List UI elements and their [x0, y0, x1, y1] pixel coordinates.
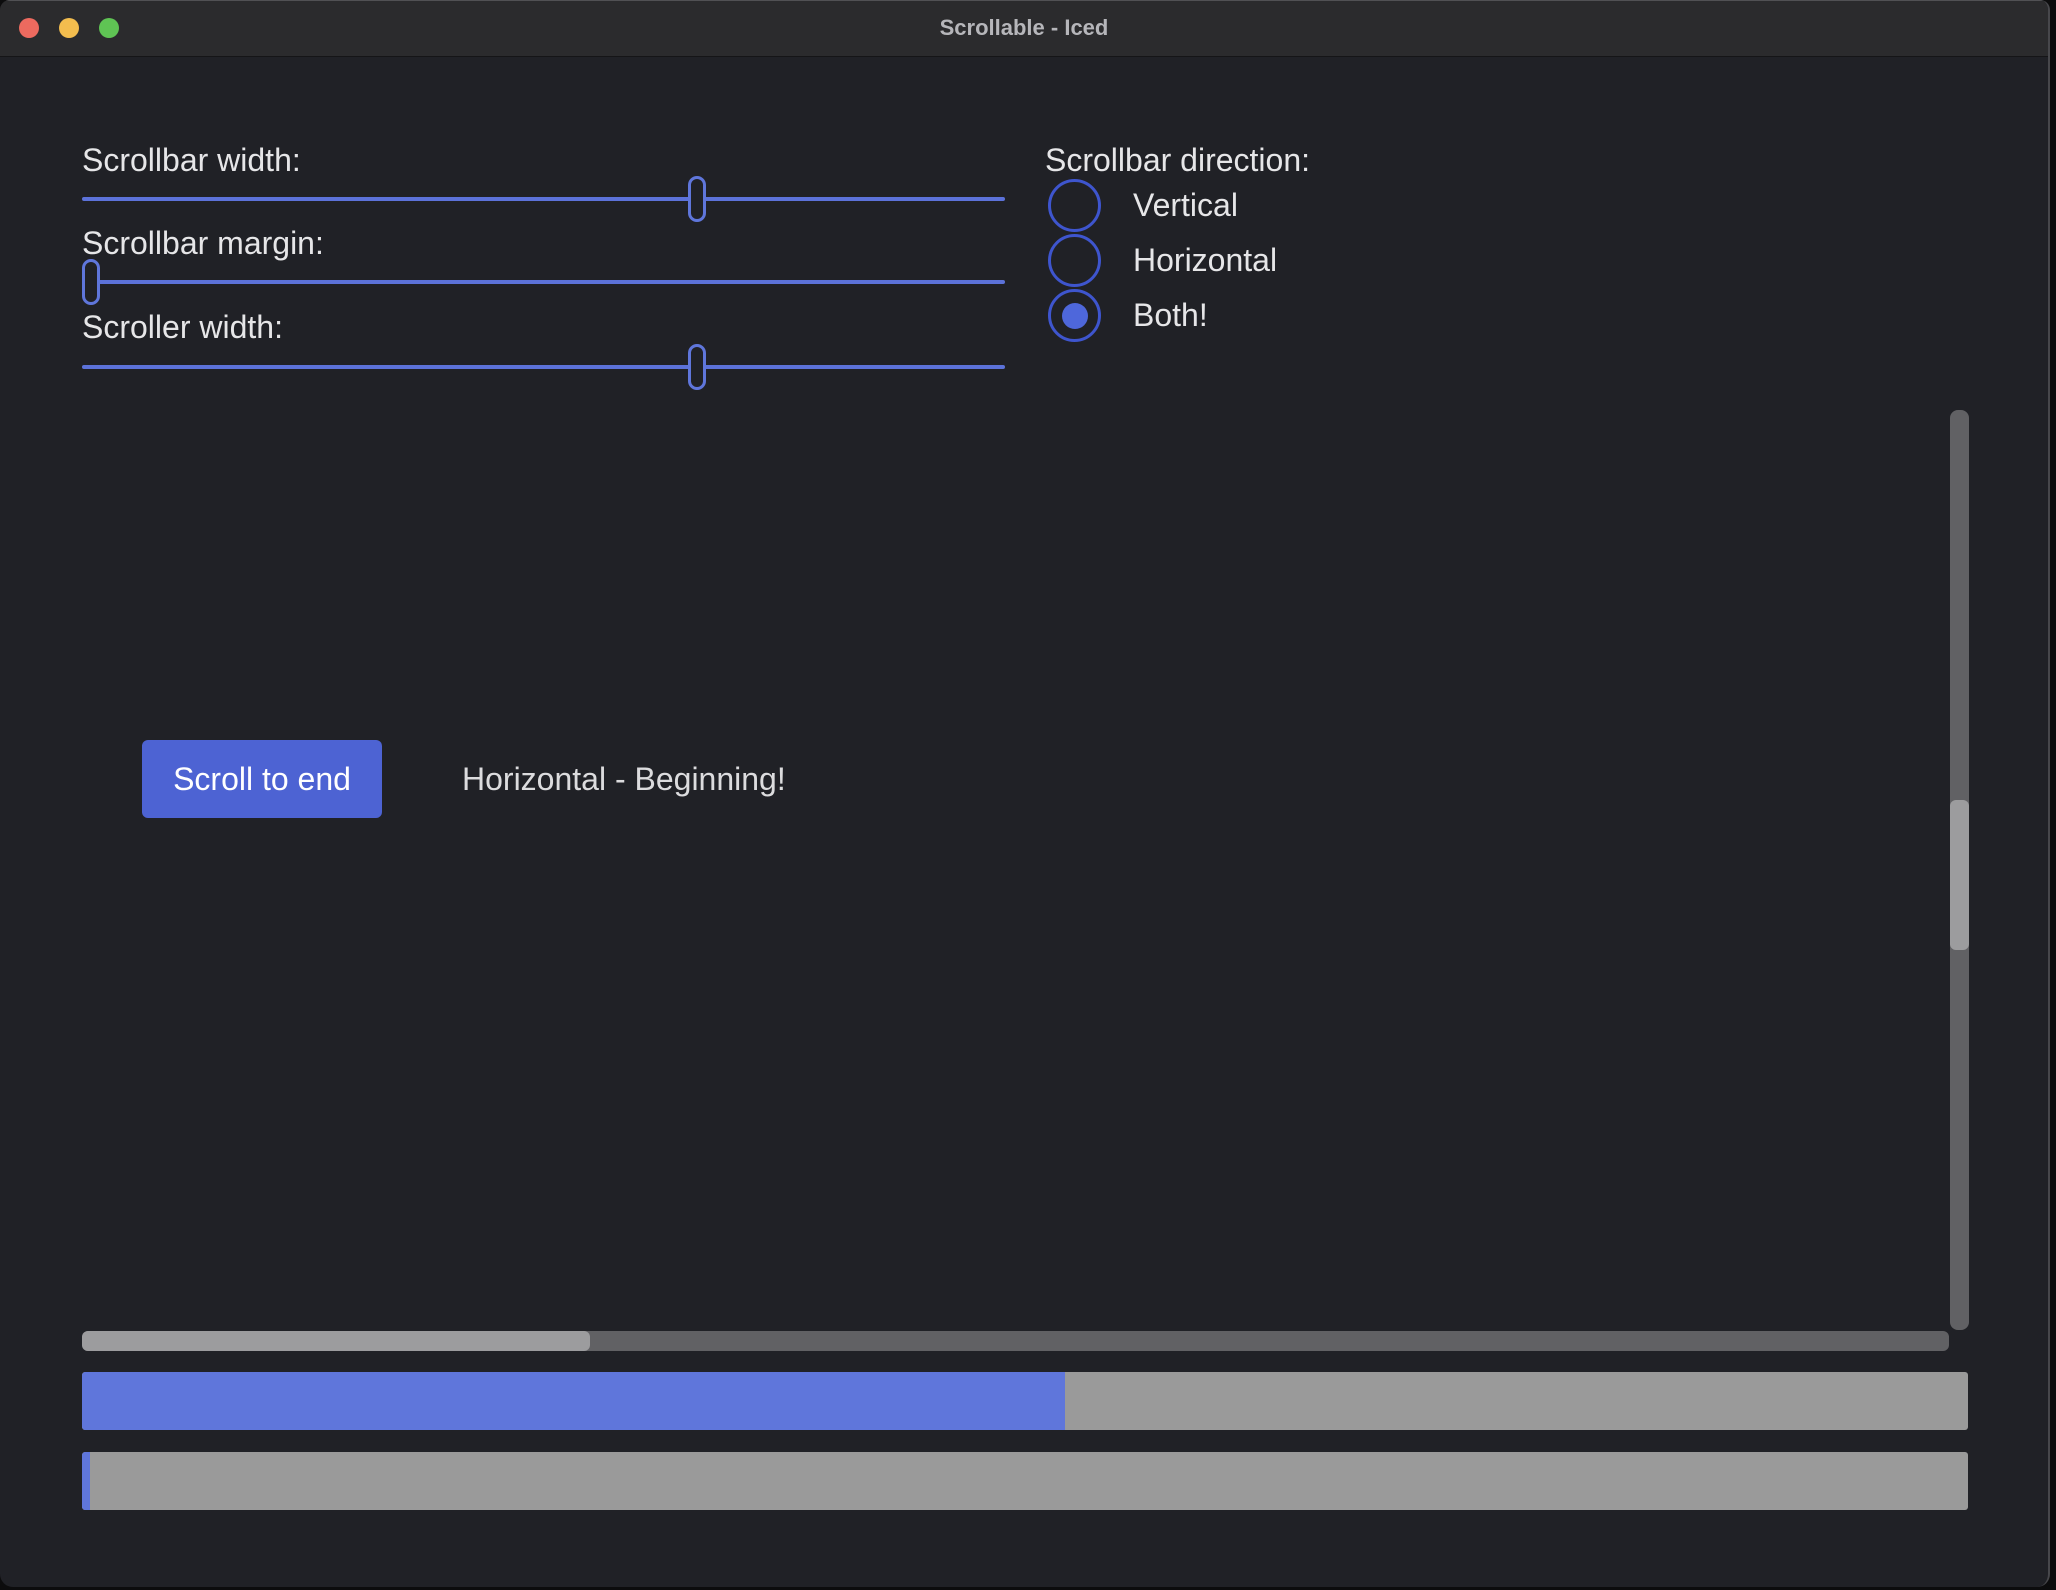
radio-label-vertical: Vertical	[1133, 187, 1238, 224]
scrollbar-direction-label: Scrollbar direction:	[1045, 142, 1310, 179]
progress-bar-1-fill	[82, 1372, 1065, 1430]
horizontal-scrollbar-thumb[interactable]	[82, 1331, 590, 1351]
titlebar: Scrollable - Iced	[0, 0, 2048, 57]
radio-circle-icon[interactable]	[1048, 289, 1101, 342]
radio-circle-icon[interactable]	[1048, 234, 1101, 287]
slider-track[interactable]	[82, 197, 1005, 201]
radio-option-vertical[interactable]: Vertical	[1048, 179, 1238, 232]
scrollbar-width-label: Scrollbar width:	[82, 142, 301, 179]
progress-bar-2	[82, 1452, 1968, 1510]
slider-handle[interactable]	[688, 176, 706, 222]
radio-label-horizontal: Horizontal	[1133, 242, 1277, 279]
slider-track[interactable]	[82, 365, 1005, 369]
scrollbar-margin-slider[interactable]	[82, 259, 1005, 305]
vertical-scrollbar-track[interactable]	[1950, 410, 1969, 1330]
scrollbar-width-slider[interactable]	[82, 176, 1005, 222]
slider-track[interactable]	[82, 280, 1005, 284]
slider-handle[interactable]	[82, 259, 100, 305]
progress-bar-1	[82, 1372, 1968, 1430]
vertical-scrollbar-thumb[interactable]	[1950, 800, 1969, 950]
progress-bar-2-fill	[82, 1452, 90, 1510]
radio-option-horizontal[interactable]: Horizontal	[1048, 234, 1277, 287]
scrollbar-margin-label: Scrollbar margin:	[82, 225, 324, 262]
radio-option-both[interactable]: Both!	[1048, 289, 1208, 342]
scroller-width-label: Scroller width:	[82, 309, 283, 346]
scroller-width-slider[interactable]	[82, 344, 1005, 390]
radio-label-both: Both!	[1133, 297, 1208, 334]
scroll-status-text: Horizontal - Beginning!	[462, 740, 786, 818]
radio-dot-icon	[1062, 248, 1088, 274]
radio-circle-icon[interactable]	[1048, 179, 1101, 232]
radio-dot-icon	[1062, 303, 1088, 329]
slider-handle[interactable]	[688, 344, 706, 390]
horizontal-scrollbar-track[interactable]	[82, 1331, 1949, 1351]
window-title: Scrollable - Iced	[0, 0, 2048, 56]
app-window: Scrollable - Iced Scrollbar width: Scrol…	[0, 0, 2050, 1587]
scroll-to-end-button[interactable]: Scroll to end	[142, 740, 382, 818]
radio-dot-icon	[1062, 193, 1088, 219]
